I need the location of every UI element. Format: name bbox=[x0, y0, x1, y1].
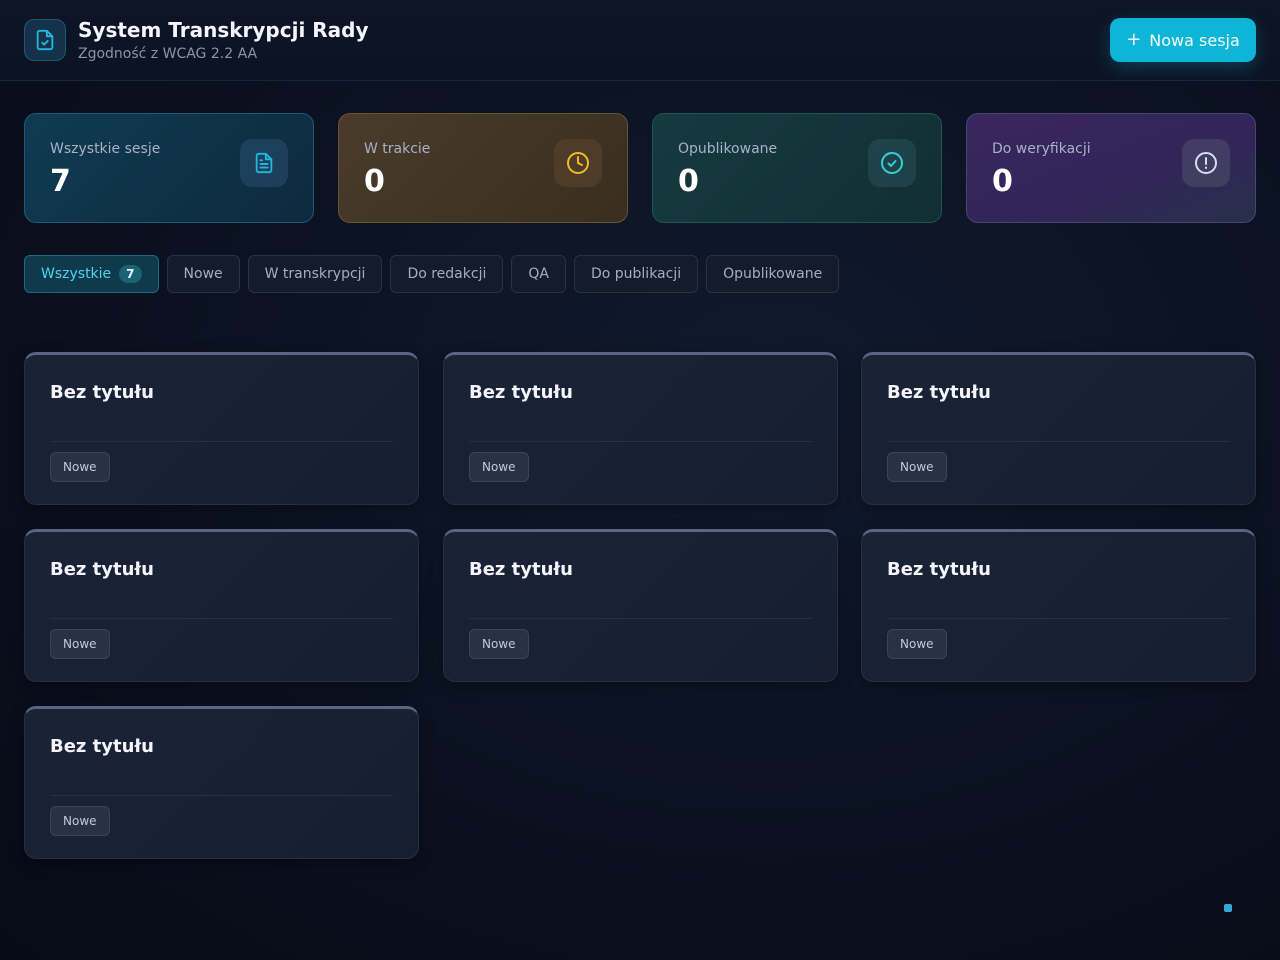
tab-label: Wszystkie bbox=[41, 266, 112, 282]
status-badge: Nowe bbox=[50, 629, 110, 659]
status-indicator-dot bbox=[1224, 904, 1232, 912]
tab-published[interactable]: Opublikowane bbox=[706, 255, 840, 293]
status-badge: Nowe bbox=[469, 629, 529, 659]
new-session-label: Nowa sesja bbox=[1149, 30, 1240, 50]
session-card[interactable]: Bez tytułu Nowe bbox=[443, 529, 838, 682]
new-session-button[interactable]: + Nowa sesja bbox=[1110, 18, 1256, 62]
alert-circle-icon bbox=[1182, 139, 1230, 187]
card-divider bbox=[887, 618, 1230, 619]
stat-value: 0 bbox=[364, 164, 385, 199]
tab-new[interactable]: Nowe bbox=[166, 255, 240, 293]
plus-icon: + bbox=[1126, 29, 1142, 50]
tab-all[interactable]: Wszystkie 7 bbox=[24, 255, 159, 293]
session-card[interactable]: Bez tytułu Nowe bbox=[861, 529, 1256, 682]
stat-card-to-review: Do weryfikacji 0 bbox=[966, 113, 1256, 223]
session-title: Bez tytułu bbox=[469, 559, 573, 580]
clock-icon bbox=[554, 139, 602, 187]
session-card[interactable]: Bez tytułu Nowe bbox=[24, 352, 419, 505]
app-title: System Transkrypcji Rady bbox=[78, 18, 369, 42]
tab-to-publish[interactable]: Do publikacji bbox=[573, 255, 699, 293]
tab-qa[interactable]: QA bbox=[511, 255, 566, 293]
stat-card-in-progress: W trakcie 0 bbox=[338, 113, 628, 223]
session-card[interactable]: Bez tytułu Nowe bbox=[24, 706, 419, 859]
status-badge: Nowe bbox=[887, 629, 947, 659]
session-card[interactable]: Bez tytułu Nowe bbox=[24, 529, 419, 682]
stat-label: Wszystkie sesje bbox=[50, 141, 161, 157]
session-title: Bez tytułu bbox=[50, 736, 154, 757]
stat-value: 0 bbox=[992, 164, 1013, 199]
card-divider bbox=[50, 795, 393, 796]
session-title: Bez tytułu bbox=[50, 382, 154, 403]
session-title: Bez tytułu bbox=[887, 382, 991, 403]
stat-card-all-sessions: Wszystkie sesje 7 bbox=[24, 113, 314, 223]
stat-label: Do weryfikacji bbox=[992, 141, 1091, 157]
status-badge: Nowe bbox=[50, 452, 110, 482]
stat-card-published: Opublikowane 0 bbox=[652, 113, 942, 223]
app-subtitle: Zgodność z WCAG 2.2 AA bbox=[78, 46, 258, 62]
card-divider bbox=[50, 441, 393, 442]
session-card[interactable]: Bez tytułu Nowe bbox=[443, 352, 838, 505]
check-circle-icon bbox=[868, 139, 916, 187]
tab-to-edit[interactable]: Do redakcji bbox=[390, 255, 504, 293]
session-card[interactable]: Bez tytułu Nowe bbox=[861, 352, 1256, 505]
card-divider bbox=[50, 618, 393, 619]
status-badge: Nowe bbox=[887, 452, 947, 482]
document-check-icon bbox=[24, 19, 66, 61]
status-filter-tabs: Wszystkie 7 Nowe W transkrypcji Do redak… bbox=[24, 255, 840, 293]
stat-value: 0 bbox=[678, 164, 699, 199]
session-title: Bez tytułu bbox=[887, 559, 991, 580]
card-divider bbox=[887, 441, 1230, 442]
session-title: Bez tytułu bbox=[50, 559, 154, 580]
tab-count-badge: 7 bbox=[119, 265, 142, 283]
stat-label: W trakcie bbox=[364, 141, 431, 157]
card-divider bbox=[469, 618, 812, 619]
stat-label: Opublikowane bbox=[678, 141, 778, 157]
card-divider bbox=[469, 441, 812, 442]
status-badge: Nowe bbox=[50, 806, 110, 836]
app-header: System Transkrypcji Rady Zgodność z WCAG… bbox=[0, 0, 1280, 81]
status-badge: Nowe bbox=[469, 452, 529, 482]
session-title: Bez tytułu bbox=[469, 382, 573, 403]
tab-in-transcription[interactable]: W transkrypcji bbox=[247, 255, 383, 293]
stat-value: 7 bbox=[50, 164, 71, 199]
document-icon bbox=[240, 139, 288, 187]
